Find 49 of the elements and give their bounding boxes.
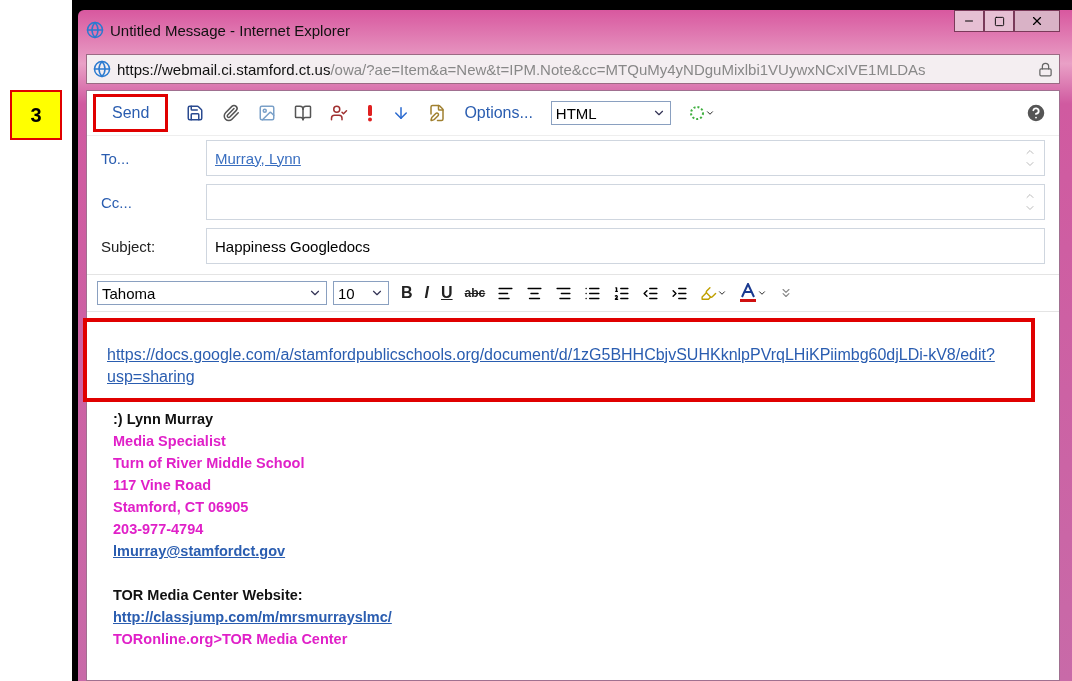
input-field[interactable]: Happiness Googledocs [206, 228, 1045, 264]
step-badge: 3 [10, 90, 62, 140]
paperclip-icon[interactable] [222, 104, 241, 122]
browser-icon [93, 60, 111, 78]
underline-button[interactable]: U [441, 284, 453, 302]
input-field[interactable] [206, 184, 1045, 220]
format-select[interactable]: HTML [550, 101, 671, 125]
signature-line: TOR Media Center Website: [112, 586, 304, 605]
image-icon[interactable] [258, 104, 277, 122]
signature-line: :) Lynn Murray [112, 410, 215, 429]
field-value: Happiness Googledocs [215, 237, 371, 255]
input-field[interactable]: Murray, Lynn [206, 140, 1045, 176]
italic-button[interactable]: I [424, 284, 429, 302]
browser-icon [86, 21, 104, 39]
send-button[interactable]: Send [93, 94, 169, 132]
numbered-list-icon[interactable] [613, 284, 631, 302]
signature-line: TORonline.org>TOR Media Center [112, 630, 349, 649]
person-check-icon[interactable] [330, 104, 349, 122]
lock-icon [1038, 61, 1053, 77]
exclamation-icon[interactable] [366, 104, 375, 122]
field-label[interactable]: Cc... [101, 193, 196, 211]
pen-document-icon[interactable] [428, 104, 447, 122]
bold-button[interactable]: B [401, 284, 413, 302]
address-bar[interactable]: https://webmail.ci.stamford.ct.us/owa/?ae=Item&a=New&t=IPM.Note&cc=MTQuMy4yNDguMixlbi1VUywxNCxIVE1MLDAs [86, 54, 1060, 84]
size-select[interactable]: 10 [333, 281, 389, 305]
close-icon [1030, 14, 1044, 28]
font-color-icon[interactable] [739, 283, 768, 303]
help-icon[interactable] [1025, 102, 1047, 124]
close-button[interactable] [1014, 10, 1060, 32]
signature-link[interactable]: lmurray@stamfordct.gov [97, 540, 1049, 562]
signature-line: 203-977-4794 [112, 520, 205, 539]
field-label: Subject: [101, 237, 157, 255]
signature-line: Stamford, CT 06905 [112, 498, 250, 517]
minimize-button[interactable] [954, 10, 984, 32]
window-title: Untitled Message - Internet Explorer [110, 21, 351, 39]
recipient-link[interactable]: Murray, Lynn [215, 149, 301, 167]
options-link[interactable]: Options... [464, 104, 533, 122]
signature-line: 117 Vine Road [112, 476, 213, 495]
maximize-button[interactable] [984, 10, 1014, 32]
save-icon[interactable] [186, 104, 205, 122]
signature-link[interactable]: http://classjump.com/m/mrsmurrayslmc/ [97, 606, 1049, 628]
font-select[interactable]: Tahoma [97, 281, 327, 305]
field-label[interactable]: To... [101, 149, 196, 167]
strike-button[interactable]: abc [464, 286, 486, 300]
signature-line: Turn of River Middle School [112, 454, 306, 473]
book-icon[interactable] [294, 104, 313, 122]
document-link[interactable]: https://docs.google.com/a/stamfordpublicschools.org/document/d/1zG5BHHCbjvSUHKknlpPVrqLHiKPiimbg60djLDi-kV8/edit?usp=sharing [107, 344, 1017, 388]
signature-line: Media Specialist [112, 432, 227, 451]
maximize-icon [993, 15, 1005, 27]
